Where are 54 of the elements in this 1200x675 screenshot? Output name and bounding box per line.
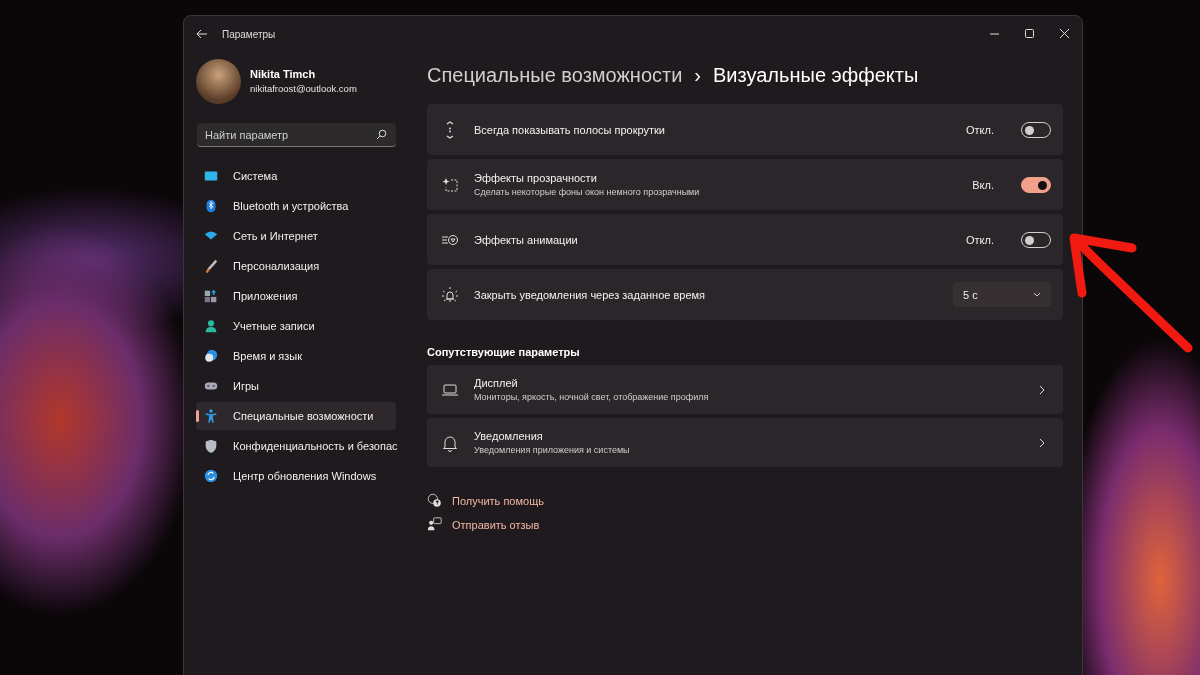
user-name: Nikita Timch — [250, 68, 317, 80]
toggle-state-label: Откл. — [966, 233, 994, 246]
nav-item[interactable]: Bluetooth и устройства — [196, 192, 396, 220]
nav-item[interactable]: Центр обновления Windows — [196, 462, 396, 490]
breadcrumb-parent[interactable]: Специальные возможности — [427, 63, 683, 87]
nav-item[interactable]: Специальные возможности — [196, 402, 396, 430]
accessibility-icon — [203, 408, 219, 424]
setting-label: Дисплей — [474, 377, 519, 389]
search-field[interactable]: Найти параметр — [197, 123, 396, 147]
person-icon — [203, 318, 219, 334]
user-email: nikitafroost@outlook.com — [250, 83, 357, 94]
bell-icon — [441, 433, 459, 452]
page-title: Визуальные эффекты — [713, 63, 919, 87]
back-arrow-icon[interactable] — [196, 29, 208, 39]
link[interactable]: Получить помощь — [452, 494, 544, 507]
nav-item[interactable]: Сеть и Интернет — [196, 222, 396, 250]
clock-icon — [203, 348, 219, 364]
window-title: Параметры — [222, 28, 276, 40]
nav-item[interactable]: Учетные записи — [196, 312, 396, 340]
nav-item[interactable]: Система — [196, 162, 396, 190]
nav-item[interactable]: Приложения — [196, 282, 396, 310]
related-setting-card[interactable]: Дисплей Мониторы, яркость, ночной свет, отображение профиля — [427, 365, 1063, 414]
setting-label: Уведомления — [474, 430, 544, 442]
search-icon — [376, 129, 387, 140]
apps-icon — [203, 288, 219, 304]
refresh-icon — [203, 468, 219, 484]
section-heading: Сопутствующие параметры — [427, 346, 581, 358]
setting-description: Мониторы, яркость, ночной свет, отображение профиля — [474, 392, 710, 402]
link[interactable]: Отправить отзыв — [452, 518, 540, 531]
toggle-state-label: Вкл. — [972, 178, 994, 191]
breadcrumb-separator: › — [694, 63, 701, 87]
chevron-right-icon — [1039, 437, 1045, 448]
chevron-down-icon — [1033, 292, 1041, 297]
toggle-state-label: Откл. — [966, 123, 994, 136]
setting-description: Сделать некоторые фоны окон немного прозрачными — [474, 187, 701, 197]
toggle-switch[interactable] — [1021, 176, 1051, 193]
brush-icon — [203, 258, 219, 274]
setting-description: Уведомления приложения и системы — [474, 445, 631, 455]
nav-item[interactable]: Персонализация — [196, 252, 396, 280]
setting-label: Закрыть уведомления через заданное время — [474, 288, 707, 301]
feedback-icon — [427, 517, 442, 532]
shield-icon — [203, 438, 219, 454]
setting-label: Всегда показывать полосы прокрутки — [474, 123, 666, 136]
setting-label: Эффекты прозрачности — [474, 172, 598, 184]
help-chat-icon — [427, 493, 442, 508]
setting-label: Эффекты анимации — [474, 233, 579, 246]
alarm-icon — [441, 285, 459, 304]
nav-item[interactable]: Игры — [196, 372, 396, 400]
chevron-right-icon — [1039, 384, 1045, 395]
avatar — [196, 58, 241, 104]
nav-item[interactable]: Время и язык — [196, 342, 396, 370]
nav-item[interactable]: Конфиденциальность и безопас — [196, 432, 402, 460]
related-setting-card[interactable]: Уведомления Уведомления приложения и системы — [427, 418, 1063, 467]
dropdown[interactable]: 5 с — [953, 282, 1051, 307]
